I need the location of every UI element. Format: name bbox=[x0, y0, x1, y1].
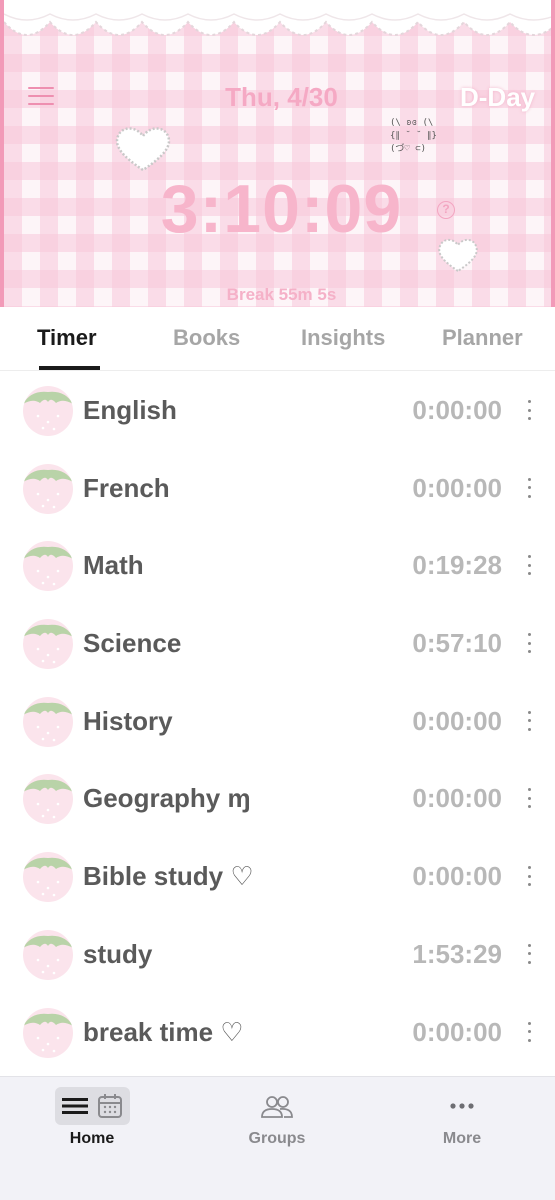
kaomoji-decoration: (\ ʚɞ (\ {∥ ˘ ˘ ∥} (づ♡ ⊂) bbox=[390, 118, 437, 154]
dday-label[interactable]: D-Day bbox=[460, 82, 535, 113]
strawberry-icon[interactable] bbox=[23, 386, 73, 436]
subject-name: Math bbox=[83, 550, 144, 581]
nav-groups[interactable]: Groups bbox=[217, 1077, 337, 1157]
more-dots-icon[interactable] bbox=[525, 633, 533, 654]
strawberry-icon[interactable] bbox=[23, 696, 73, 747]
subject-name: Geography ɱ bbox=[83, 783, 251, 814]
strawberry-icon[interactable] bbox=[23, 1007, 73, 1058]
more-dots-icon[interactable] bbox=[525, 477, 533, 498]
groups-icon bbox=[261, 1096, 293, 1118]
subject-time: 0:00:00 bbox=[412, 1016, 502, 1047]
subject-time: 0:57:10 bbox=[412, 628, 502, 659]
lace-border bbox=[4, 0, 551, 36]
subject-time: 0:00:00 bbox=[412, 395, 502, 425]
list-item[interactable]: French 0:00:00 bbox=[0, 450, 555, 528]
tab-bar: Timer Books Insights Planner bbox=[0, 307, 555, 371]
subject-time: 0:00:00 bbox=[412, 705, 502, 736]
more-icon bbox=[450, 1103, 474, 1109]
subject-name: Science bbox=[83, 628, 182, 659]
list-item[interactable]: Bible study ♡ 0:00:00 bbox=[0, 838, 555, 916]
bottom-nav: Home Groups More bbox=[0, 1076, 555, 1200]
list-item[interactable]: Science 0:57:10 bbox=[0, 605, 555, 683]
nav-more[interactable]: More bbox=[402, 1077, 522, 1157]
list-item[interactable]: break time ♡ 0:00:00 bbox=[0, 994, 555, 1072]
tab-books[interactable]: Books bbox=[173, 325, 240, 351]
subject-name: study bbox=[83, 938, 153, 969]
strawberry-icon[interactable] bbox=[23, 619, 73, 670]
nav-home[interactable]: Home bbox=[32, 1077, 152, 1157]
list-item[interactable]: study 1:53:29 bbox=[0, 916, 555, 994]
tab-insights[interactable]: Insights bbox=[301, 325, 385, 351]
subject-time: 1:53:29 bbox=[412, 938, 502, 969]
subject-name: History bbox=[83, 705, 173, 736]
more-dots-icon[interactable] bbox=[525, 400, 533, 420]
subject-time: 0:00:00 bbox=[412, 472, 502, 503]
subject-name: break time ♡ bbox=[83, 1016, 244, 1047]
list-item[interactable]: Geography ɱ 0:00:00 bbox=[0, 760, 555, 838]
nav-groups-label: Groups bbox=[248, 1130, 306, 1147]
nav-home-label: Home bbox=[69, 1130, 115, 1147]
header-banner: Thu, 4/30 D-Day (\ ʚɞ (\ {∥ ˘ ˘ ∥} (づ♡ ⊂… bbox=[0, 0, 555, 307]
more-dots-icon[interactable] bbox=[525, 943, 533, 964]
list-item[interactable]: English 0:00:00 bbox=[0, 372, 555, 450]
subject-name: French bbox=[83, 472, 170, 503]
active-tab-indicator bbox=[39, 366, 100, 370]
strawberry-icon[interactable] bbox=[23, 774, 73, 825]
more-dots-icon[interactable] bbox=[525, 788, 533, 809]
break-time-label: Break 55m 5s bbox=[226, 285, 337, 304]
tab-planner[interactable]: Planner bbox=[442, 325, 523, 351]
heart-icon bbox=[115, 127, 171, 172]
subject-time: 0:00:00 bbox=[412, 861, 502, 892]
subject-time: 0:00:00 bbox=[412, 783, 502, 814]
more-dots-icon[interactable] bbox=[525, 555, 533, 576]
strawberry-icon[interactable] bbox=[23, 929, 73, 980]
strawberry-icon[interactable] bbox=[23, 463, 73, 514]
list-item[interactable]: History 0:00:00 bbox=[0, 683, 555, 761]
subject-list: English 0:00:00 French 0:00:00 Math 0:19… bbox=[0, 372, 555, 1071]
subject-name: Bible study ♡ bbox=[83, 861, 254, 892]
list-item[interactable]: Math 0:19:28 bbox=[0, 527, 555, 605]
nav-more-label: More bbox=[442, 1130, 482, 1147]
more-dots-icon[interactable] bbox=[525, 866, 533, 887]
subject-time: 0:19:28 bbox=[412, 550, 502, 581]
more-dots-icon[interactable] bbox=[525, 1021, 533, 1042]
tab-timer[interactable]: Timer bbox=[37, 325, 97, 351]
heart-icon bbox=[438, 238, 478, 273]
strawberry-icon[interactable] bbox=[23, 541, 73, 592]
more-dots-icon[interactable] bbox=[525, 710, 533, 731]
help-icon[interactable]: ? bbox=[437, 201, 455, 219]
subject-name: English bbox=[83, 395, 177, 425]
strawberry-icon[interactable] bbox=[23, 852, 73, 903]
